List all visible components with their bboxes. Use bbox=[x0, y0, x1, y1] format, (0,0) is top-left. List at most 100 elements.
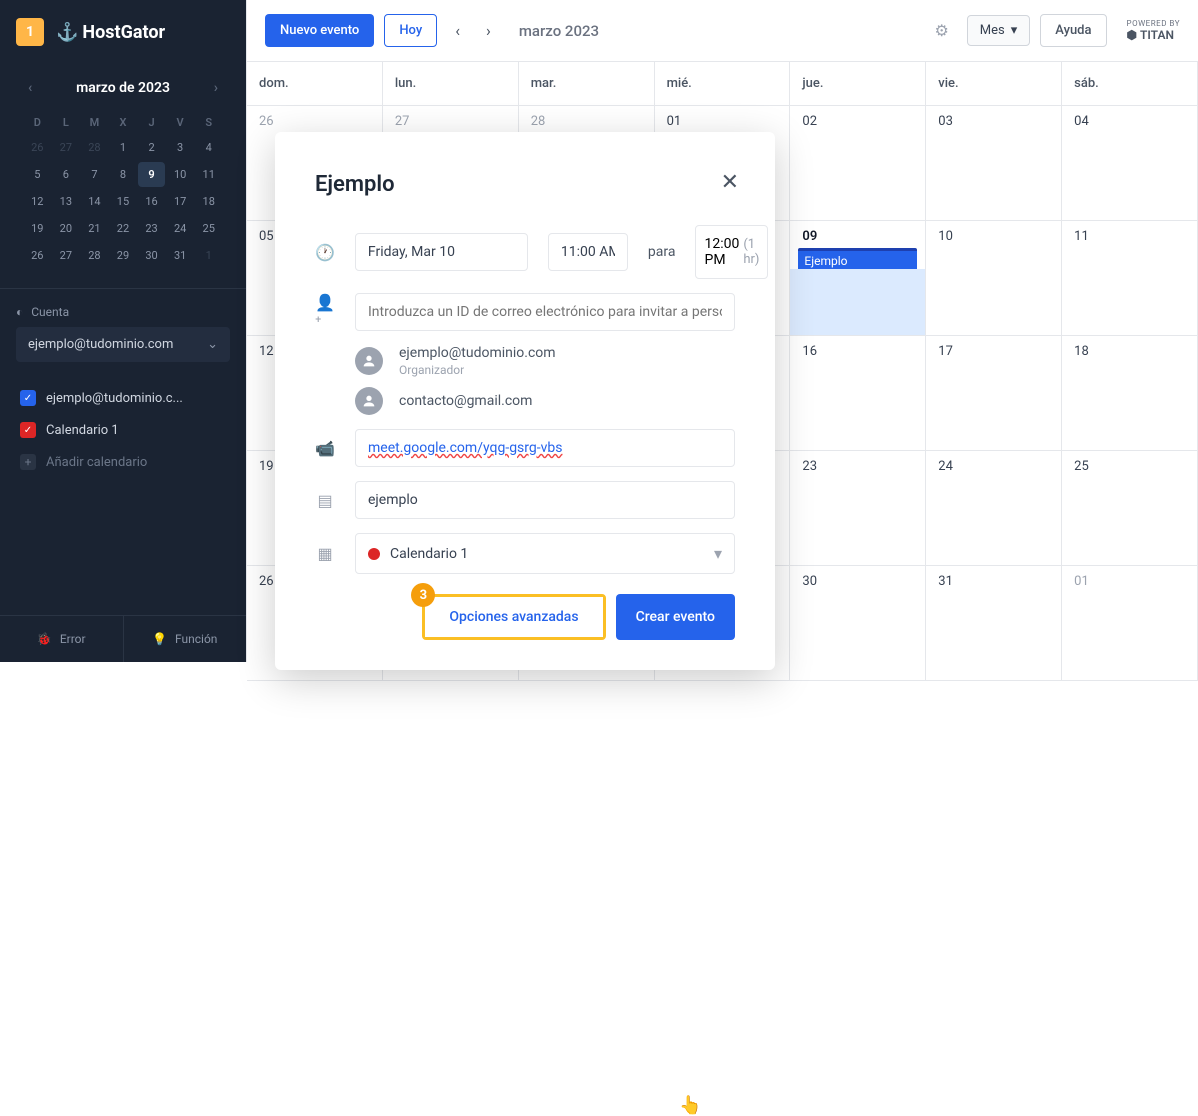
mini-day[interactable]: 25 bbox=[195, 216, 222, 241]
mini-day[interactable]: 20 bbox=[53, 216, 80, 241]
mini-day[interactable]: 21 bbox=[81, 216, 108, 241]
calendar-badge[interactable]: 1 bbox=[16, 18, 44, 46]
help-button[interactable]: Ayuda bbox=[1040, 14, 1106, 47]
mini-day[interactable]: 12 bbox=[24, 189, 51, 214]
calendar-item[interactable]: ✓Calendario 1 bbox=[16, 414, 230, 446]
mini-day[interactable]: 3 bbox=[167, 135, 194, 160]
mini-day[interactable]: 1 bbox=[195, 243, 222, 268]
create-event-button[interactable]: Crear evento bbox=[616, 594, 735, 640]
mini-day[interactable]: 24 bbox=[167, 216, 194, 241]
time-end-input[interactable]: 12:00 PM (1 hr) bbox=[695, 225, 768, 279]
attendee-email: contacto@gmail.com bbox=[399, 393, 532, 409]
next-month-button[interactable]: › bbox=[478, 15, 499, 46]
mini-day[interactable]: 7 bbox=[81, 162, 108, 187]
mini-day[interactable]: 9 bbox=[138, 162, 165, 187]
gear-icon[interactable]: ⚙ bbox=[934, 21, 948, 40]
para-label: para bbox=[648, 244, 676, 260]
mini-day[interactable]: 18 bbox=[195, 189, 222, 214]
calendar-select[interactable]: Calendario 1 ▾ bbox=[355, 533, 735, 574]
mini-day-header: M bbox=[81, 112, 108, 133]
calendar-item[interactable]: ✓ejemplo@tudominio.c... bbox=[16, 382, 230, 414]
mini-day[interactable]: 17 bbox=[167, 189, 194, 214]
mini-day[interactable]: 8 bbox=[110, 162, 137, 187]
mini-day[interactable]: 13 bbox=[53, 189, 80, 214]
advanced-options-button[interactable]: Opciones avanzadas bbox=[425, 597, 602, 637]
mini-day[interactable]: 1 bbox=[110, 135, 137, 160]
mini-day[interactable]: 31 bbox=[167, 243, 194, 268]
calendar-list: ✓ejemplo@tudominio.c...✓Calendario 1 + A… bbox=[0, 374, 246, 615]
new-event-button[interactable]: Nuevo evento bbox=[265, 14, 374, 47]
mini-day[interactable]: 27 bbox=[53, 135, 80, 160]
mini-day[interactable]: 23 bbox=[138, 216, 165, 241]
mini-day[interactable]: 28 bbox=[81, 135, 108, 160]
advanced-highlight: 3 Opciones avanzadas 👆 bbox=[422, 594, 605, 640]
event-chip[interactable]: Ejemplo bbox=[798, 248, 917, 271]
mini-day[interactable]: 28 bbox=[81, 243, 108, 268]
mini-day-header: S bbox=[195, 112, 222, 133]
bulb-icon: 💡 bbox=[152, 632, 167, 646]
day-header: jue. bbox=[790, 62, 926, 106]
day-cell[interactable]: 01 bbox=[1062, 566, 1198, 681]
day-cell[interactable]: 09Ejemplo bbox=[790, 221, 926, 336]
today-button[interactable]: Hoy bbox=[384, 14, 437, 47]
time-start-input[interactable] bbox=[548, 233, 628, 271]
function-button[interactable]: 💡 Función bbox=[124, 616, 247, 662]
prev-month-button[interactable]: ‹ bbox=[447, 15, 468, 46]
calendar-icon: ▦ bbox=[315, 544, 335, 563]
month-label: marzo 2023 bbox=[519, 22, 599, 40]
mini-calendar: ‹ marzo de 2023 › DLMXJVS262728123456789… bbox=[0, 64, 246, 280]
day-cell[interactable]: 31 bbox=[926, 566, 1062, 681]
close-icon[interactable]: ✕ bbox=[721, 170, 739, 195]
mini-day[interactable]: 27 bbox=[53, 243, 80, 268]
attendee-row: contacto@gmail.com bbox=[355, 387, 735, 415]
mini-day[interactable]: 16 bbox=[138, 189, 165, 214]
account-selector[interactable]: ejemplo@tudominio.com ⌄ bbox=[16, 327, 230, 362]
mini-day[interactable]: 11 bbox=[195, 162, 222, 187]
day-cell[interactable]: 18 bbox=[1062, 336, 1198, 451]
mini-day[interactable]: 19 bbox=[24, 216, 51, 241]
day-cell[interactable]: 24 bbox=[926, 451, 1062, 566]
invite-input[interactable] bbox=[355, 293, 735, 331]
location-input[interactable] bbox=[355, 481, 735, 519]
avatar-icon bbox=[355, 387, 383, 415]
clock-icon: 🕐 bbox=[315, 243, 335, 262]
day-cell[interactable]: 30 bbox=[790, 566, 926, 681]
plus-icon: + bbox=[20, 454, 36, 470]
mini-day[interactable]: 26 bbox=[24, 135, 51, 160]
day-cell[interactable]: 03 bbox=[926, 106, 1062, 221]
meet-link-input[interactable]: meet.google.com/yqg-gsrg-vbs bbox=[355, 429, 735, 467]
mini-day[interactable]: 30 bbox=[138, 243, 165, 268]
day-cell[interactable]: 17 bbox=[926, 336, 1062, 451]
day-header: sáb. bbox=[1062, 62, 1198, 106]
mini-day[interactable]: 15 bbox=[110, 189, 137, 214]
mini-day[interactable]: 4 bbox=[195, 135, 222, 160]
day-cell[interactable]: 02 bbox=[790, 106, 926, 221]
error-button[interactable]: 🐞 Error bbox=[0, 616, 124, 662]
mini-day[interactable]: 26 bbox=[24, 243, 51, 268]
day-cell[interactable]: 10 bbox=[926, 221, 1062, 336]
mini-day[interactable]: 14 bbox=[81, 189, 108, 214]
add-calendar-button[interactable]: + Añadir calendario bbox=[16, 446, 230, 478]
mini-day[interactable]: 2 bbox=[138, 135, 165, 160]
day-cell[interactable]: 25 bbox=[1062, 451, 1198, 566]
event-modal: ✕ Ejemplo 🕐 para 12:00 PM (1 hr) 👤⁺ ejem… bbox=[275, 132, 775, 670]
view-selector[interactable]: Mes ▾ bbox=[967, 15, 1030, 46]
day-cell[interactable]: 16 bbox=[790, 336, 926, 451]
mini-day-header: D bbox=[24, 112, 51, 133]
mini-day[interactable]: 5 bbox=[24, 162, 51, 187]
gator-icon: ⚓ bbox=[56, 22, 78, 43]
mini-day[interactable]: 22 bbox=[110, 216, 137, 241]
mini-day[interactable]: 6 bbox=[53, 162, 80, 187]
date-input[interactable] bbox=[355, 233, 528, 271]
day-cell[interactable]: 04 bbox=[1062, 106, 1198, 221]
day-cell[interactable]: 23 bbox=[790, 451, 926, 566]
mini-day-header: L bbox=[53, 112, 80, 133]
mini-day[interactable]: 10 bbox=[167, 162, 194, 187]
mini-day[interactable]: 29 bbox=[110, 243, 137, 268]
mini-next-icon[interactable]: › bbox=[210, 76, 222, 100]
mini-prev-icon[interactable]: ‹ bbox=[24, 76, 36, 100]
day-cell[interactable]: 11 bbox=[1062, 221, 1198, 336]
day-header: vie. bbox=[926, 62, 1062, 106]
mini-day-header: X bbox=[110, 112, 137, 133]
notes-icon: ▤ bbox=[315, 491, 335, 510]
